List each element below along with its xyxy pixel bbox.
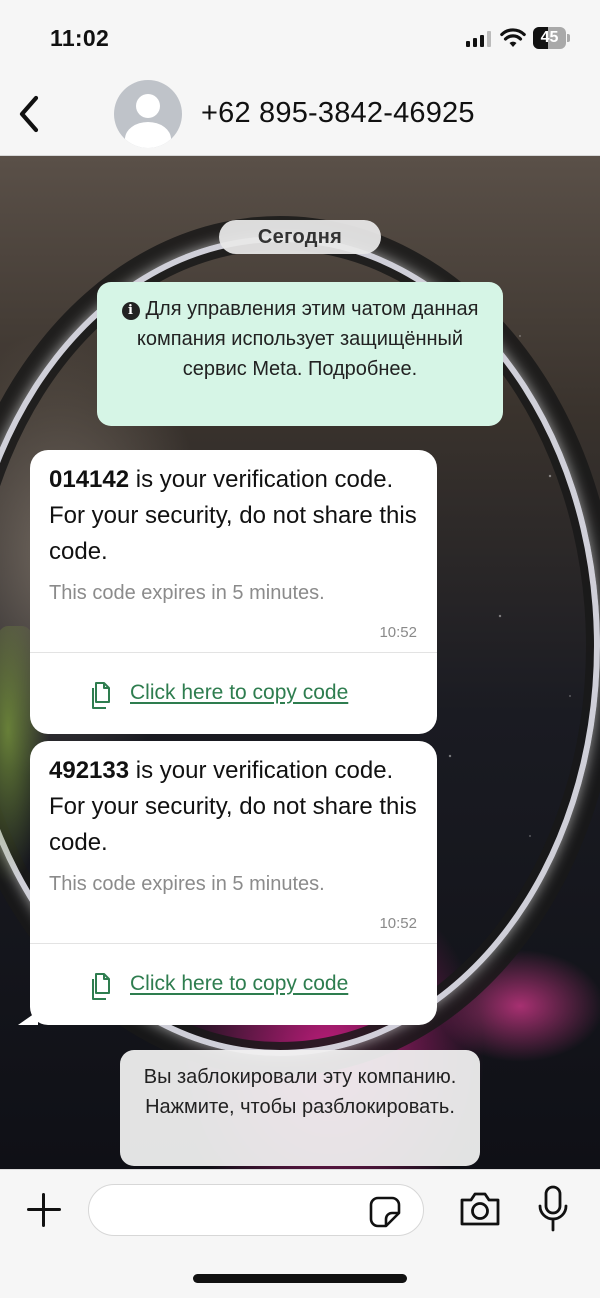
copy-code-link[interactable]: Click here to copy code xyxy=(130,681,348,705)
message-bubble[interactable]: 492133 is your verification code. For yo… xyxy=(18,741,437,1025)
status-bar: 11:02 45 xyxy=(0,22,600,54)
contact-name[interactable]: +62 895-3842-46925 xyxy=(201,97,475,130)
message-footer: This code expires in 5 minutes. xyxy=(49,582,325,604)
message-time: 10:52 xyxy=(379,624,417,641)
home-indicator[interactable] xyxy=(193,1274,407,1283)
battery-percent: 45 xyxy=(540,29,559,46)
chevron-left-icon[interactable] xyxy=(14,92,44,136)
message-footer: This code expires in 5 minutes. xyxy=(49,873,325,895)
date-separator: Сегодня xyxy=(219,220,381,254)
wifi-icon xyxy=(500,28,526,47)
verification-code: 492133 xyxy=(49,757,130,784)
camera-icon[interactable] xyxy=(458,1190,502,1228)
message-text: 014142 is your verification code. For yo… xyxy=(49,466,417,565)
blocked-notice[interactable]: Вы заблокировали эту компанию. Нажмите, … xyxy=(120,1050,480,1166)
microphone-icon[interactable] xyxy=(536,1184,570,1234)
cellular-signal-icon xyxy=(466,31,492,47)
business-notice-text: Для управления этим чатом данная компани… xyxy=(136,298,479,380)
copy-code-link[interactable]: Click here to copy code xyxy=(130,972,348,996)
copy-code-button[interactable]: Click here to copy code xyxy=(30,955,437,1015)
message-time: 10:52 xyxy=(379,915,417,932)
top-bar: 11:02 45 +62 895-3842-46925 xyxy=(0,0,600,156)
status-time: 11:02 xyxy=(50,25,110,51)
message-text: 492133 is your verification code. For yo… xyxy=(49,757,417,856)
verification-code: 014142 xyxy=(49,466,130,493)
info-icon: i xyxy=(121,302,140,320)
copy-code-button[interactable]: Click here to copy code xyxy=(30,664,437,724)
avatar[interactable] xyxy=(114,80,182,148)
plus-icon[interactable] xyxy=(24,1190,64,1230)
sticker-icon[interactable] xyxy=(368,1195,402,1229)
copy-icon xyxy=(92,682,110,709)
message-bubble[interactable]: 014142 is your verification code. For yo… xyxy=(30,450,437,734)
copy-icon xyxy=(92,973,110,1000)
battery-icon: 45 xyxy=(533,27,571,49)
business-notice[interactable]: i Для управления этим чатом данная компан… xyxy=(97,282,503,426)
